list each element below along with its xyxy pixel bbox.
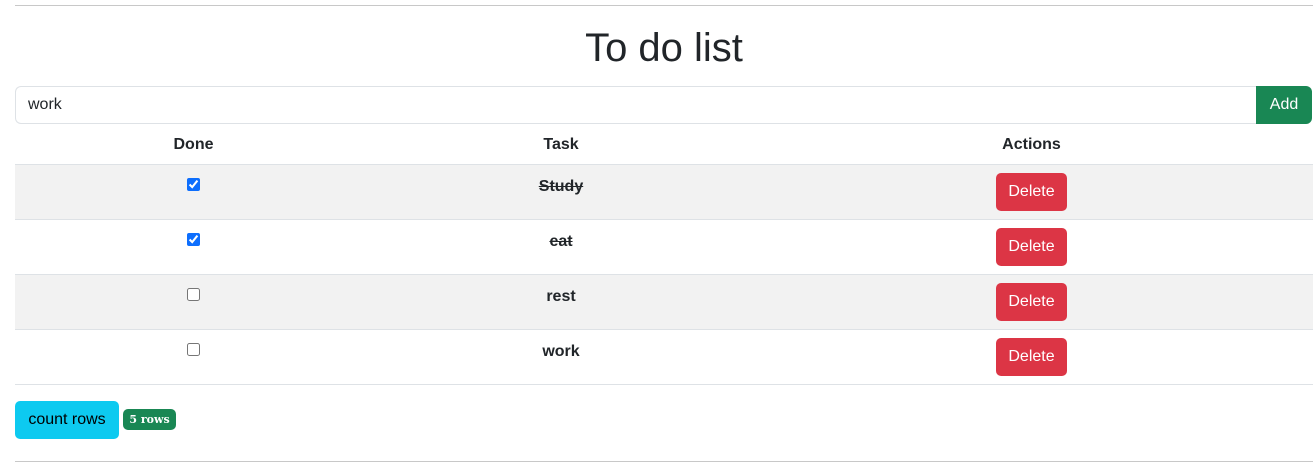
table-row: eat Delete — [15, 219, 1313, 275]
table-row: rest Delete — [15, 274, 1313, 330]
done-cell — [15, 164, 372, 220]
column-header-task: Task — [372, 125, 750, 165]
task-cell: work — [372, 329, 750, 385]
done-checkbox[interactable] — [187, 343, 200, 356]
bottom-divider — [15, 461, 1313, 462]
todo-table: Done Task Actions Study Delete eat Delet… — [15, 125, 1313, 385]
done-cell — [15, 329, 372, 385]
task-text: work — [542, 343, 580, 360]
done-checkbox[interactable] — [187, 288, 200, 301]
task-cell: rest — [372, 274, 750, 330]
delete-button[interactable]: Delete — [996, 283, 1067, 321]
new-task-input[interactable] — [15, 86, 1256, 124]
page-title: To do list — [585, 26, 743, 70]
task-cell: eat — [372, 219, 750, 275]
actions-cell: Delete — [750, 329, 1313, 385]
done-checkbox[interactable] — [187, 178, 200, 191]
actions-cell: Delete — [750, 219, 1313, 275]
task-text: rest — [546, 288, 576, 305]
actions-cell: Delete — [750, 274, 1313, 330]
delete-button[interactable]: Delete — [996, 338, 1067, 376]
count-rows-button[interactable]: count rows — [15, 401, 119, 439]
task-cell: Study — [372, 164, 750, 220]
task-text: eat — [549, 233, 573, 250]
delete-button[interactable]: Delete — [996, 228, 1067, 266]
delete-button[interactable]: Delete — [996, 173, 1067, 211]
row-count-badge: 5 rows — [123, 409, 176, 430]
task-text: Study — [538, 178, 584, 195]
actions-cell: Delete — [750, 164, 1313, 220]
table-header-row: Done Task Actions — [15, 125, 1313, 165]
done-checkbox[interactable] — [187, 233, 200, 246]
top-divider — [15, 5, 1313, 6]
new-task-row: Add — [15, 86, 1313, 124]
done-cell — [15, 219, 372, 275]
table-row: Study Delete — [15, 164, 1313, 220]
add-button[interactable]: Add — [1256, 86, 1312, 124]
todo-page: To do list Add Done Task Actions Study D… — [0, 0, 1313, 469]
column-header-actions: Actions — [750, 125, 1313, 165]
table-row: work Delete — [15, 329, 1313, 385]
column-header-done: Done — [15, 125, 372, 165]
done-cell — [15, 274, 372, 330]
